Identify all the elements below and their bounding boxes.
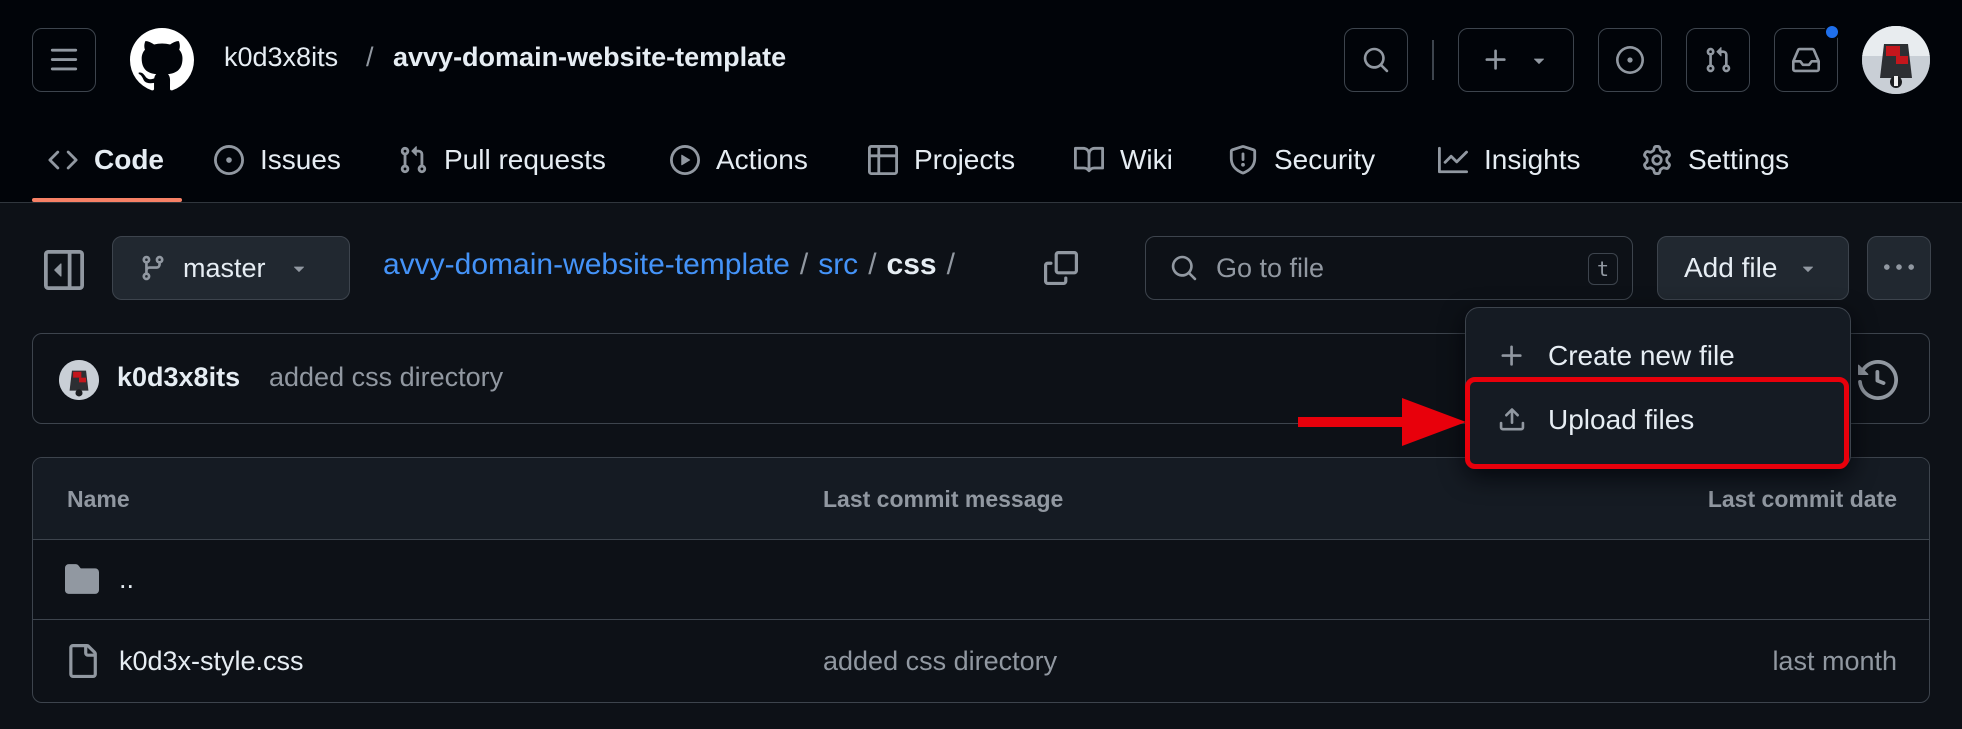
table-icon [868, 145, 898, 175]
add-file-label: Add file [1684, 252, 1778, 283]
shield-icon [1229, 145, 1257, 175]
create-new-button[interactable] [1458, 28, 1574, 92]
commit-message[interactable]: added css directory [269, 362, 503, 393]
tab-settings[interactable]: Settings [1642, 130, 1789, 190]
kebab-horizontal-icon [1884, 264, 1914, 270]
table-row[interactable]: k0d3x-style.css added css directory last… [33, 622, 1929, 702]
tab-pull-requests[interactable]: Pull requests [398, 130, 606, 190]
breadcrumb-repo[interactable]: avvy-domain-website-template [393, 42, 786, 73]
pull-request-icon [400, 146, 427, 174]
user-avatar[interactable] [1862, 26, 1930, 94]
tab-wiki[interactable]: Wiki [1074, 130, 1173, 190]
caret-down-icon [293, 266, 304, 272]
file-table: Name Last commit message Last commit dat… [32, 457, 1930, 703]
path-repo-link[interactable]: avvy-domain-website-template [383, 248, 790, 282]
github-logo-icon[interactable] [130, 28, 194, 92]
avatar-image-icon [1862, 26, 1930, 94]
branch-selector-button[interactable]: master [112, 236, 350, 300]
table-row-parent-directory[interactable]: .. [33, 540, 1929, 620]
go-to-file-input[interactable]: Go to file t [1145, 236, 1633, 300]
tab-code[interactable]: Code [48, 130, 164, 190]
folder-icon [65, 564, 99, 594]
your-pull-requests-button[interactable] [1686, 28, 1750, 92]
history-icon[interactable] [1858, 360, 1898, 400]
tab-issues[interactable]: Issues [214, 130, 341, 190]
path-separator: / [946, 248, 955, 281]
tab-insights[interactable]: Insights [1438, 130, 1581, 190]
search-button[interactable] [1344, 28, 1408, 92]
column-message-header: Last commit message [823, 486, 1064, 512]
graph-icon [1438, 146, 1468, 174]
path-current-folder: css [886, 248, 937, 281]
tab-projects[interactable]: Projects [868, 130, 1015, 190]
column-name-header: Name [67, 486, 130, 512]
active-tab-indicator [32, 198, 182, 202]
play-icon [670, 145, 700, 175]
tab-security[interactable]: Security [1228, 130, 1375, 190]
annotation-arrow-icon [1298, 398, 1466, 446]
file-path-breadcrumb: avvy-domain-website-template / src / css… [383, 248, 955, 282]
your-issues-button[interactable] [1598, 28, 1662, 92]
tab-security-label: Security [1274, 144, 1376, 175]
annotation-highlight-box [1465, 377, 1849, 469]
issue-icon [214, 145, 244, 175]
tab-insights-label: Insights [1484, 144, 1581, 175]
tab-code-label: Code [94, 144, 164, 175]
branch-name: master [183, 252, 266, 283]
file-icon [69, 644, 97, 678]
create-new-file-label: Create new file [1548, 340, 1735, 371]
keyboard-shortcut-hint: t [1588, 253, 1618, 285]
hamburger-menu-button[interactable] [32, 28, 96, 92]
search-icon [1363, 47, 1389, 73]
hamburger-icon [50, 48, 78, 71]
file-commit-date: last month [1772, 646, 1897, 676]
tab-actions[interactable]: Actions [670, 130, 808, 190]
breadcrumb-separator: / [366, 42, 374, 72]
more-options-button[interactable] [1867, 236, 1931, 300]
commit-author-avatar[interactable] [59, 360, 99, 400]
caret-down-icon [1803, 266, 1814, 272]
parent-directory-link[interactable]: .. [119, 564, 134, 595]
tab-projects-label: Projects [914, 144, 1016, 175]
inbox-icon [1792, 47, 1820, 73]
table-header: Name Last commit message Last commit dat… [33, 458, 1929, 540]
book-icon [1074, 146, 1104, 173]
gear-icon [1643, 145, 1671, 175]
path-separator: / [868, 248, 877, 281]
issue-icon [1616, 46, 1644, 74]
tab-issues-label: Issues [260, 144, 341, 175]
sidebar-expand-icon[interactable] [44, 250, 84, 290]
global-header: k0d3x8its / avvy-domain-website-template… [0, 0, 1962, 203]
path-src-link[interactable]: src [818, 248, 858, 282]
path-separator: / [799, 248, 809, 281]
code-icon [48, 150, 78, 170]
tab-wiki-label: Wiki [1120, 144, 1173, 175]
breadcrumb-owner[interactable]: k0d3x8its [224, 42, 338, 73]
avatar-image-icon [59, 360, 99, 400]
repository-nav: Code Issues Pull requests Actions Projec… [0, 130, 1962, 203]
plus-icon [1501, 345, 1522, 366]
file-name-link[interactable]: k0d3x-style.css [119, 646, 304, 677]
commit-author[interactable]: k0d3x8its [117, 362, 240, 393]
tab-actions-label: Actions [716, 144, 808, 175]
file-commit-message[interactable]: added css directory [823, 646, 1057, 677]
tab-pull-requests-label: Pull requests [444, 144, 606, 175]
column-date-header: Last commit date [1707, 486, 1897, 512]
header-divider [1432, 40, 1434, 80]
tab-settings-label: Settings [1688, 144, 1790, 175]
search-icon [1171, 255, 1197, 281]
go-to-file-placeholder: Go to file [1216, 252, 1325, 283]
pull-request-icon [1706, 47, 1731, 73]
add-file-button[interactable]: Add file [1657, 236, 1849, 300]
copy-path-icon[interactable] [1044, 251, 1078, 285]
caret-down-icon [1533, 58, 1545, 64]
git-branch-icon [142, 255, 164, 281]
notification-dot [1824, 24, 1840, 40]
plus-icon [1485, 49, 1506, 70]
